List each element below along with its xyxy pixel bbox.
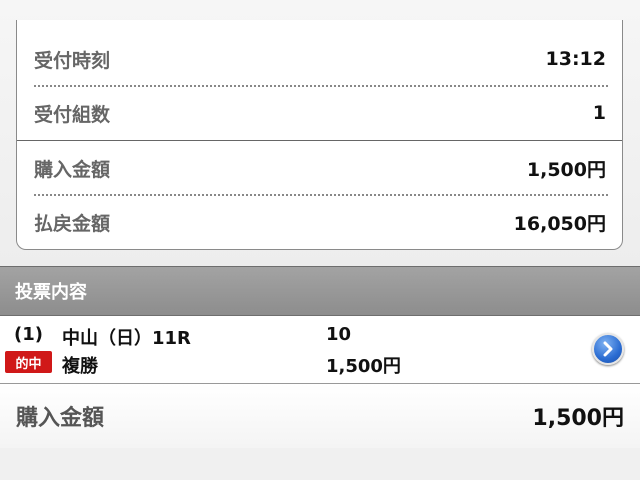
bet-index: (1)	[14, 324, 43, 345]
time-value: 13:12	[545, 48, 606, 70]
total-label: 購入金額	[16, 406, 105, 431]
payout-value: 16,050円	[513, 212, 606, 235]
bet-amount: 1,500円	[326, 356, 401, 377]
time-label: 受付時刻	[34, 49, 111, 72]
total-row: 購入金額 1,500円	[0, 384, 640, 448]
groups-label: 受付組数	[34, 103, 111, 126]
hit-badge: 的中	[5, 351, 52, 373]
chevron-right-circle-icon[interactable]	[592, 333, 624, 365]
bet-type: 複勝	[62, 356, 98, 377]
summary-card: 受付時刻 13:12 受付組数 1 購入金額 1,500円 払戻金額 16,05…	[16, 20, 623, 250]
chevron-right-glyph	[603, 341, 613, 357]
total-value: 1,500円	[532, 406, 624, 431]
payout-row: 払戻金額 16,050円	[17, 195, 622, 249]
purchase-row: 購入金額 1,500円	[17, 141, 622, 195]
bet-list-item[interactable]: (1) 中山（日）11R 10 的中 複勝 1,500円	[0, 316, 640, 384]
purchase-value: 1,500円	[526, 158, 606, 181]
bottom-background	[0, 448, 640, 480]
bet-race: 中山（日）11R	[62, 328, 191, 349]
purchase-label: 購入金額	[34, 158, 111, 181]
groups-value: 1	[592, 102, 606, 124]
time-row: 受付時刻 13:12	[17, 32, 622, 86]
payout-label: 払戻金額	[34, 212, 111, 235]
groups-row: 受付組数 1	[17, 86, 622, 140]
section-title: 投票内容	[15, 282, 87, 303]
bet-content-header: 投票内容	[0, 266, 640, 316]
bet-selection: 10	[326, 324, 352, 345]
